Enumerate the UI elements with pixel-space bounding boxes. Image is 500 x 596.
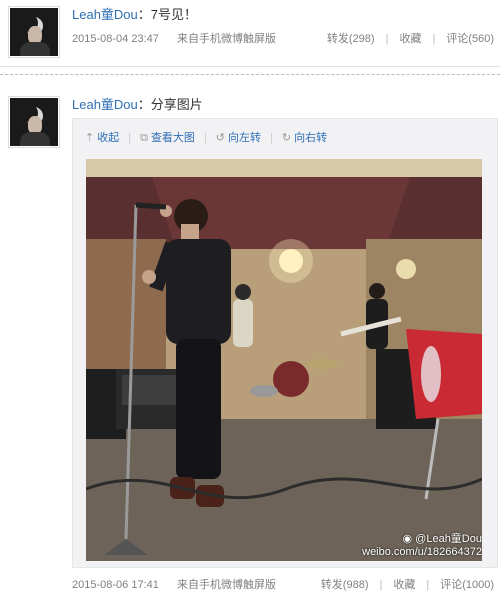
external-link-icon: ⧉ <box>140 132 148 144</box>
avatar[interactable] <box>8 6 60 58</box>
rotate-left-icon: ↺ <box>215 132 226 144</box>
post-source[interactable]: 来自手机微博触屏版 <box>177 576 276 594</box>
divider <box>0 66 500 67</box>
post-photo[interactable]: ◉ @Leah童Dou weibo.com/u/182664372 <box>86 159 482 561</box>
post-text-line: Leah童Dou：分享图片 <box>72 97 203 112</box>
comment-link[interactable]: 评论(560) <box>446 30 494 48</box>
post-text: 7号见！ <box>150 7 198 22</box>
rotate-right-button[interactable]: ↻ 向右转 <box>282 129 327 147</box>
post-meta: 2015-08-06 17:41 来自手机微博触屏版 转发(988) | 收藏 | 评论… <box>72 576 494 594</box>
favorite-link[interactable]: 收藏 <box>393 576 415 594</box>
post-meta: 2015-08-04 23:47 来自手机微博触屏版 转发(298) | 收藏 | 评论… <box>72 30 494 48</box>
collapse-button[interactable]: ⇡ 收起 <box>85 129 119 147</box>
divider <box>0 74 500 75</box>
username-link[interactable]: Leah童Dou <box>72 7 138 22</box>
media-toolbar: ⇡ 收起 | ⧉ 查看大图 | ↺ 向左转 | ↻ 向右转 <box>85 129 336 147</box>
post-source[interactable]: 来自手机微博触屏版 <box>177 30 276 48</box>
post-time[interactable]: 2015-08-04 23:47 <box>72 30 159 48</box>
photo-watermark: ◉ @Leah童Dou weibo.com/u/182664372 <box>362 533 482 558</box>
arrow-up-icon: ⇡ <box>85 132 95 144</box>
rotate-left-button[interactable]: ↺ 向左转 <box>216 129 261 147</box>
avatar[interactable] <box>8 96 60 148</box>
rotate-right-icon: ↻ <box>281 132 292 144</box>
weibo-post-1: Leah童Dou：7号见！ 2015-08-04 23:47 来自手机微博触屏版… <box>0 0 500 60</box>
favorite-link[interactable]: 收藏 <box>399 30 421 48</box>
post-time[interactable]: 2015-08-06 17:41 <box>72 576 159 594</box>
weibo-logo-icon: ◉ <box>402 533 413 545</box>
media-expanded-box: ⇡ 收起 | ⧉ 查看大图 | ↺ 向左转 | ↻ 向右转 ◉ @Leah童Do… <box>72 118 498 568</box>
post-text: 分享图片 <box>150 97 203 112</box>
view-large-button[interactable]: ⧉ 查看大图 <box>140 129 195 147</box>
comment-link[interactable]: 评论(1000) <box>440 576 494 594</box>
username-link[interactable]: Leah童Dou <box>72 97 138 112</box>
post-text-line: Leah童Dou：7号见！ <box>72 7 198 22</box>
rehearsal-photo <box>86 159 482 561</box>
repost-link[interactable]: 转发(298) <box>327 30 375 48</box>
repost-link[interactable]: 转发(988) <box>321 576 369 594</box>
